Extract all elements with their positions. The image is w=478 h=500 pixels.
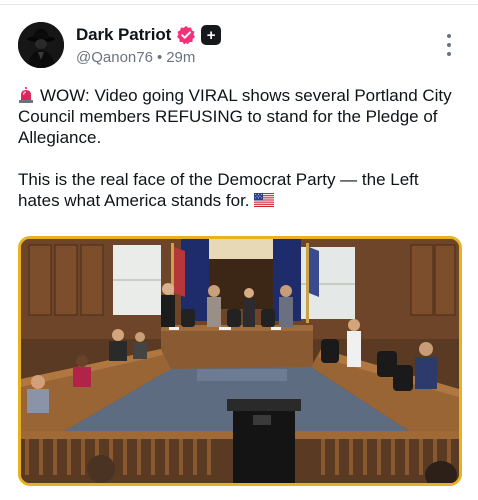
post-text: WOW: Video going VIRAL shows several Por…: [18, 85, 463, 211]
post-header: Dark Patriot + @Qanon76 • 29m: [18, 22, 460, 70]
handle[interactable]: @Qanon76: [76, 49, 153, 66]
post-paragraph-1-text: WOW: Video going VIRAL shows several Por…: [18, 86, 452, 147]
timestamp[interactable]: 29m: [166, 49, 195, 66]
more-vertical-icon: [447, 34, 451, 38]
more-options-button[interactable]: [444, 34, 454, 56]
top-divider: [0, 4, 478, 5]
subscriber-badge-icon[interactable]: +: [201, 25, 222, 45]
post-media-video[interactable]: [18, 236, 462, 486]
display-name[interactable]: Dark Patriot: [76, 25, 171, 45]
avatar[interactable]: [18, 22, 64, 68]
post-paragraph-1: WOW: Video going VIRAL shows several Por…: [18, 85, 463, 148]
council-chamber-image: [21, 239, 459, 483]
meta-separator: •: [156, 48, 163, 66]
author-block: Dark Patriot + @Qanon76 • 29m: [76, 23, 222, 67]
post-paragraph-2-text: This is the real face of the Democrat Pa…: [18, 170, 419, 210]
meta-line: @Qanon76 • 29m: [76, 47, 221, 67]
verified-badge-icon[interactable]: [176, 25, 196, 45]
us-flag-emoji-icon: [253, 193, 274, 207]
siren-emoji-icon: [19, 87, 33, 103]
post-paragraph-2: This is the real face of the Democrat Pa…: [18, 169, 463, 211]
avatar-figure-icon: [18, 22, 64, 68]
